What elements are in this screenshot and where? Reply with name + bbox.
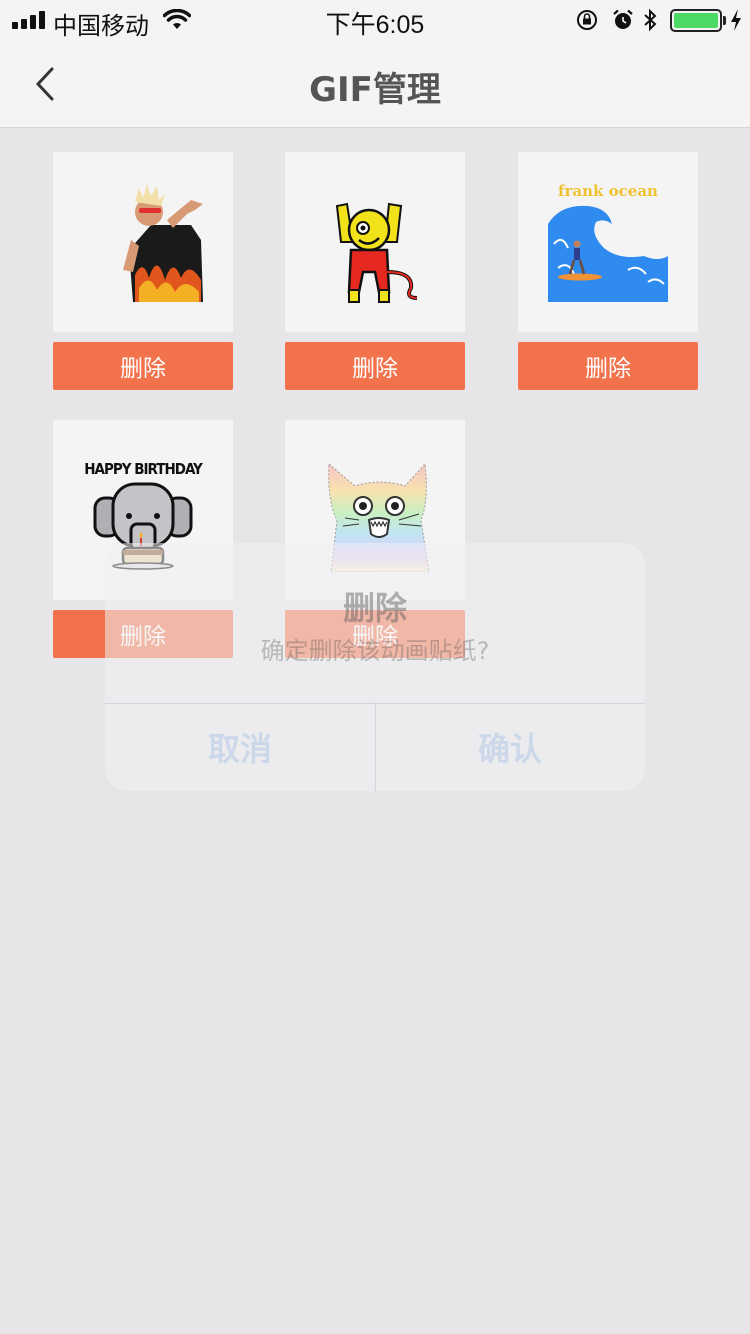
confirm-button[interactable]: 确认 <box>375 703 645 791</box>
alarm-icon <box>613 9 633 29</box>
sticker-thumbnail-frank-ocean[interactable]: frank ocean <box>518 152 698 332</box>
page-title: GIF管理 <box>309 70 441 110</box>
cancel-button[interactable]: 取消 <box>105 703 375 791</box>
battery-level <box>674 13 718 28</box>
sticker-item: 删除 <box>285 152 465 390</box>
battery-tip <box>723 16 726 25</box>
dialog-title: 删除 <box>342 589 407 627</box>
frank-ocean-wave-image <box>548 205 668 302</box>
sticker-item: 删除 <box>53 152 233 390</box>
delete-button[interactable]: 删除 <box>53 342 233 390</box>
rotation-lock-icon <box>577 10 597 30</box>
sticker-thumbnail-man-flame[interactable] <box>53 152 233 332</box>
sticker-image-text: frank ocean <box>558 182 658 200</box>
man-flame-shirt-image <box>123 184 203 302</box>
delete-confirm-dialog: 删除 确定删除该动画贴纸? 取消 确认 <box>105 543 645 791</box>
sticker-item: frank ocean 删除 <box>518 152 698 390</box>
sticker-thumbnail-red-devil[interactable] <box>285 152 465 332</box>
bluetooth-icon <box>644 8 657 32</box>
delete-button[interactable]: 删除 <box>285 342 465 390</box>
red-devil-image <box>335 202 418 303</box>
status-time: 下午6:05 <box>325 11 425 39</box>
dialog-message: 确定删除该动画贴纸? <box>260 637 490 665</box>
charging-bolt-icon <box>731 9 741 31</box>
battery-icon <box>670 9 722 32</box>
sticker-image-text: HAPPY BIRTHDAY <box>84 460 202 478</box>
delete-button[interactable]: 删除 <box>518 342 698 390</box>
navigation-bar: GIF管理 <box>0 40 750 128</box>
status-bar: 中国移动 下午6:05 <box>0 0 750 40</box>
